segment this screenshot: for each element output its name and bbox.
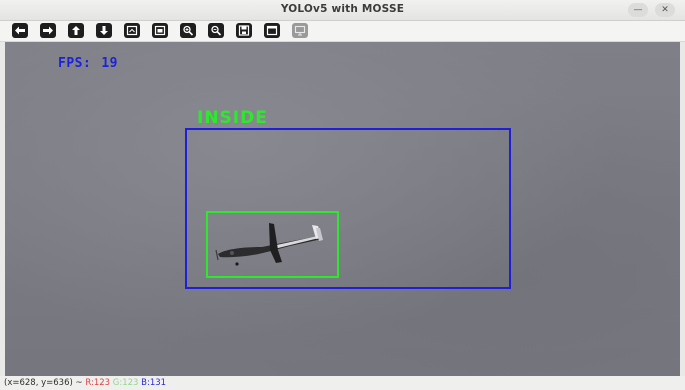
zoom-in-fit-button[interactable]	[124, 23, 140, 38]
video-frame[interactable]: FPS: 19 INSIDE	[5, 42, 680, 376]
fps-value: 19	[101, 56, 118, 71]
save-icon	[238, 25, 250, 36]
zoom-in-button[interactable]	[180, 23, 196, 38]
pixel-red-value: R:123	[85, 378, 111, 388]
zoom-out-button[interactable]	[208, 23, 224, 38]
zoom-box-icon	[126, 25, 138, 36]
arrow-up-icon	[72, 26, 80, 35]
arrow-left-icon	[15, 26, 25, 35]
properties-button[interactable]	[264, 23, 280, 38]
pan-right-button[interactable]	[40, 23, 56, 38]
zoom-in-icon	[183, 25, 194, 36]
arrow-right-icon	[43, 26, 53, 35]
fps-counter: FPS: 19	[58, 56, 118, 71]
title-bar[interactable]: YOLOv5 with MOSSE — ✕	[0, 0, 685, 21]
window-icon	[266, 25, 278, 36]
pixel-blue-value: B:131	[141, 378, 167, 388]
cursor-coordinates: (x=628, y=636) ~	[4, 378, 83, 388]
pixel-green-value: G:123	[112, 378, 139, 388]
zoom-original-icon	[154, 25, 166, 36]
pan-up-button[interactable]	[68, 23, 84, 38]
app-window: YOLOv5 with MOSSE — ✕ FPS: 19 INSIDE (x=…	[0, 0, 685, 390]
display-icon	[294, 25, 306, 36]
drone-image	[215, 223, 323, 266]
window-title: YOLOv5 with MOSSE	[280, 3, 405, 15]
zoom-out-icon	[211, 25, 222, 36]
close-button[interactable]: ✕	[655, 3, 675, 17]
status-bar: (x=628, y=636) ~ R:123 G:123 B:131	[0, 376, 685, 390]
save-image-button[interactable]	[236, 23, 252, 38]
fps-label: FPS:	[58, 56, 92, 71]
pan-down-button[interactable]	[96, 23, 112, 38]
display-options-button[interactable]	[292, 23, 308, 38]
toolbar	[0, 21, 685, 42]
arrow-down-icon	[100, 26, 108, 35]
minimize-button[interactable]: —	[628, 3, 648, 17]
zone-status-label: INSIDE	[197, 108, 268, 128]
pan-left-button[interactable]	[12, 23, 28, 38]
zoom-original-button[interactable]	[152, 23, 168, 38]
